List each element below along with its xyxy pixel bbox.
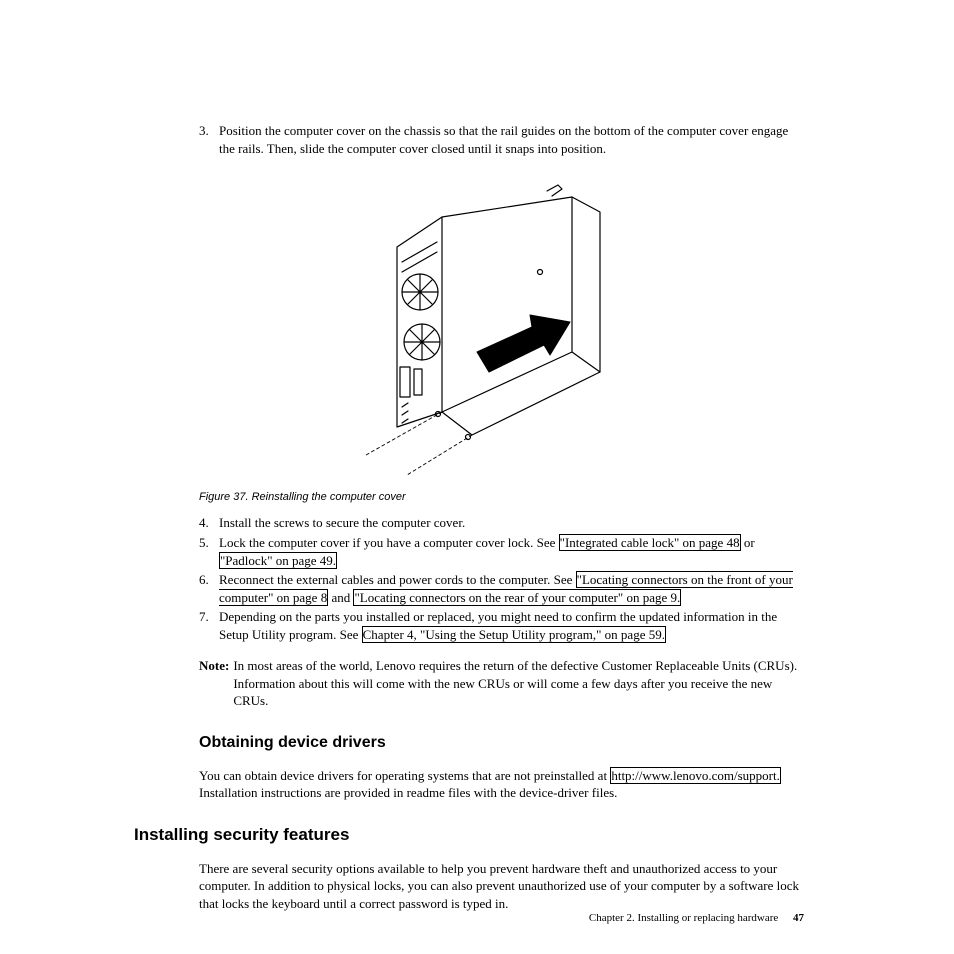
footer-chapter: Chapter 2. Installing or replacing hardw… [589, 912, 778, 924]
step-list-bottom: 4. Install the screws to secure the compu… [199, 514, 804, 643]
cross-reference-link[interactable]: "Integrated cable lock" on page 48 [559, 534, 741, 551]
step-7: 7.Depending on the parts you installed o… [199, 608, 804, 643]
heading-installing-security-features: Installing security features [134, 824, 804, 847]
step-text-fragment: Reconnect the external cables and power … [219, 572, 576, 587]
computer-cover-illustration [322, 177, 682, 477]
section1-text-post: Installation instructions are provided i… [199, 785, 617, 800]
step-text-fragment: Install the screws to secure the compute… [219, 515, 465, 530]
step-list-top: 3. Position the computer cover on the ch… [199, 122, 804, 157]
step-text: Position the computer cover on the chass… [219, 123, 788, 156]
lenovo-support-link[interactable]: http://www.lenovo.com/support. [610, 767, 781, 784]
note-label: Note: [199, 657, 233, 710]
cross-reference-link[interactable]: Chapter 4, "Using the Setup Utility prog… [362, 626, 666, 643]
step-number: 7. [199, 608, 209, 626]
cross-reference-link[interactable]: "Padlock" on page 49. [219, 552, 337, 569]
heading-obtaining-device-drivers: Obtaining device drivers [199, 732, 804, 754]
step-text-fragment: Lock the computer cover if you have a co… [219, 535, 559, 550]
step-text-fragment: or [741, 535, 755, 550]
step-6: 6. Reconnect the external cables and powe… [199, 571, 804, 606]
footer-page-number: 47 [793, 912, 804, 924]
step-number: 6. [199, 571, 209, 589]
section1-text-pre: You can obtain device drivers for operat… [199, 768, 610, 783]
figure-caption: Figure 37. Reinstalling the computer cov… [199, 490, 804, 505]
section1-paragraph: You can obtain device drivers for operat… [199, 767, 804, 802]
step-4: 4. Install the screws to secure the compu… [199, 514, 804, 532]
page-footer: Chapter 2. Installing or replacing hardw… [589, 911, 804, 926]
section2-paragraph: There are several security options avail… [199, 860, 804, 913]
step-5: 5. Lock the computer cover if you have a … [199, 534, 804, 569]
note-block: Note: In most areas of the world, Lenovo… [199, 657, 804, 710]
step-number: 3. [199, 122, 209, 140]
step-text-fragment: and [328, 590, 353, 605]
cross-reference-link[interactable]: "Locating connectors on the rear of your… [353, 589, 681, 606]
step-3: 3. Position the computer cover on the ch… [199, 122, 804, 157]
step-number: 4. [199, 514, 209, 532]
figure-37 [199, 177, 804, 482]
content-column: 3. Position the computer cover on the ch… [199, 122, 804, 912]
manual-page: 3. Position the computer cover on the ch… [0, 0, 954, 954]
note-text: In most areas of the world, Lenovo requi… [233, 657, 804, 710]
step-number: 5. [199, 534, 209, 552]
